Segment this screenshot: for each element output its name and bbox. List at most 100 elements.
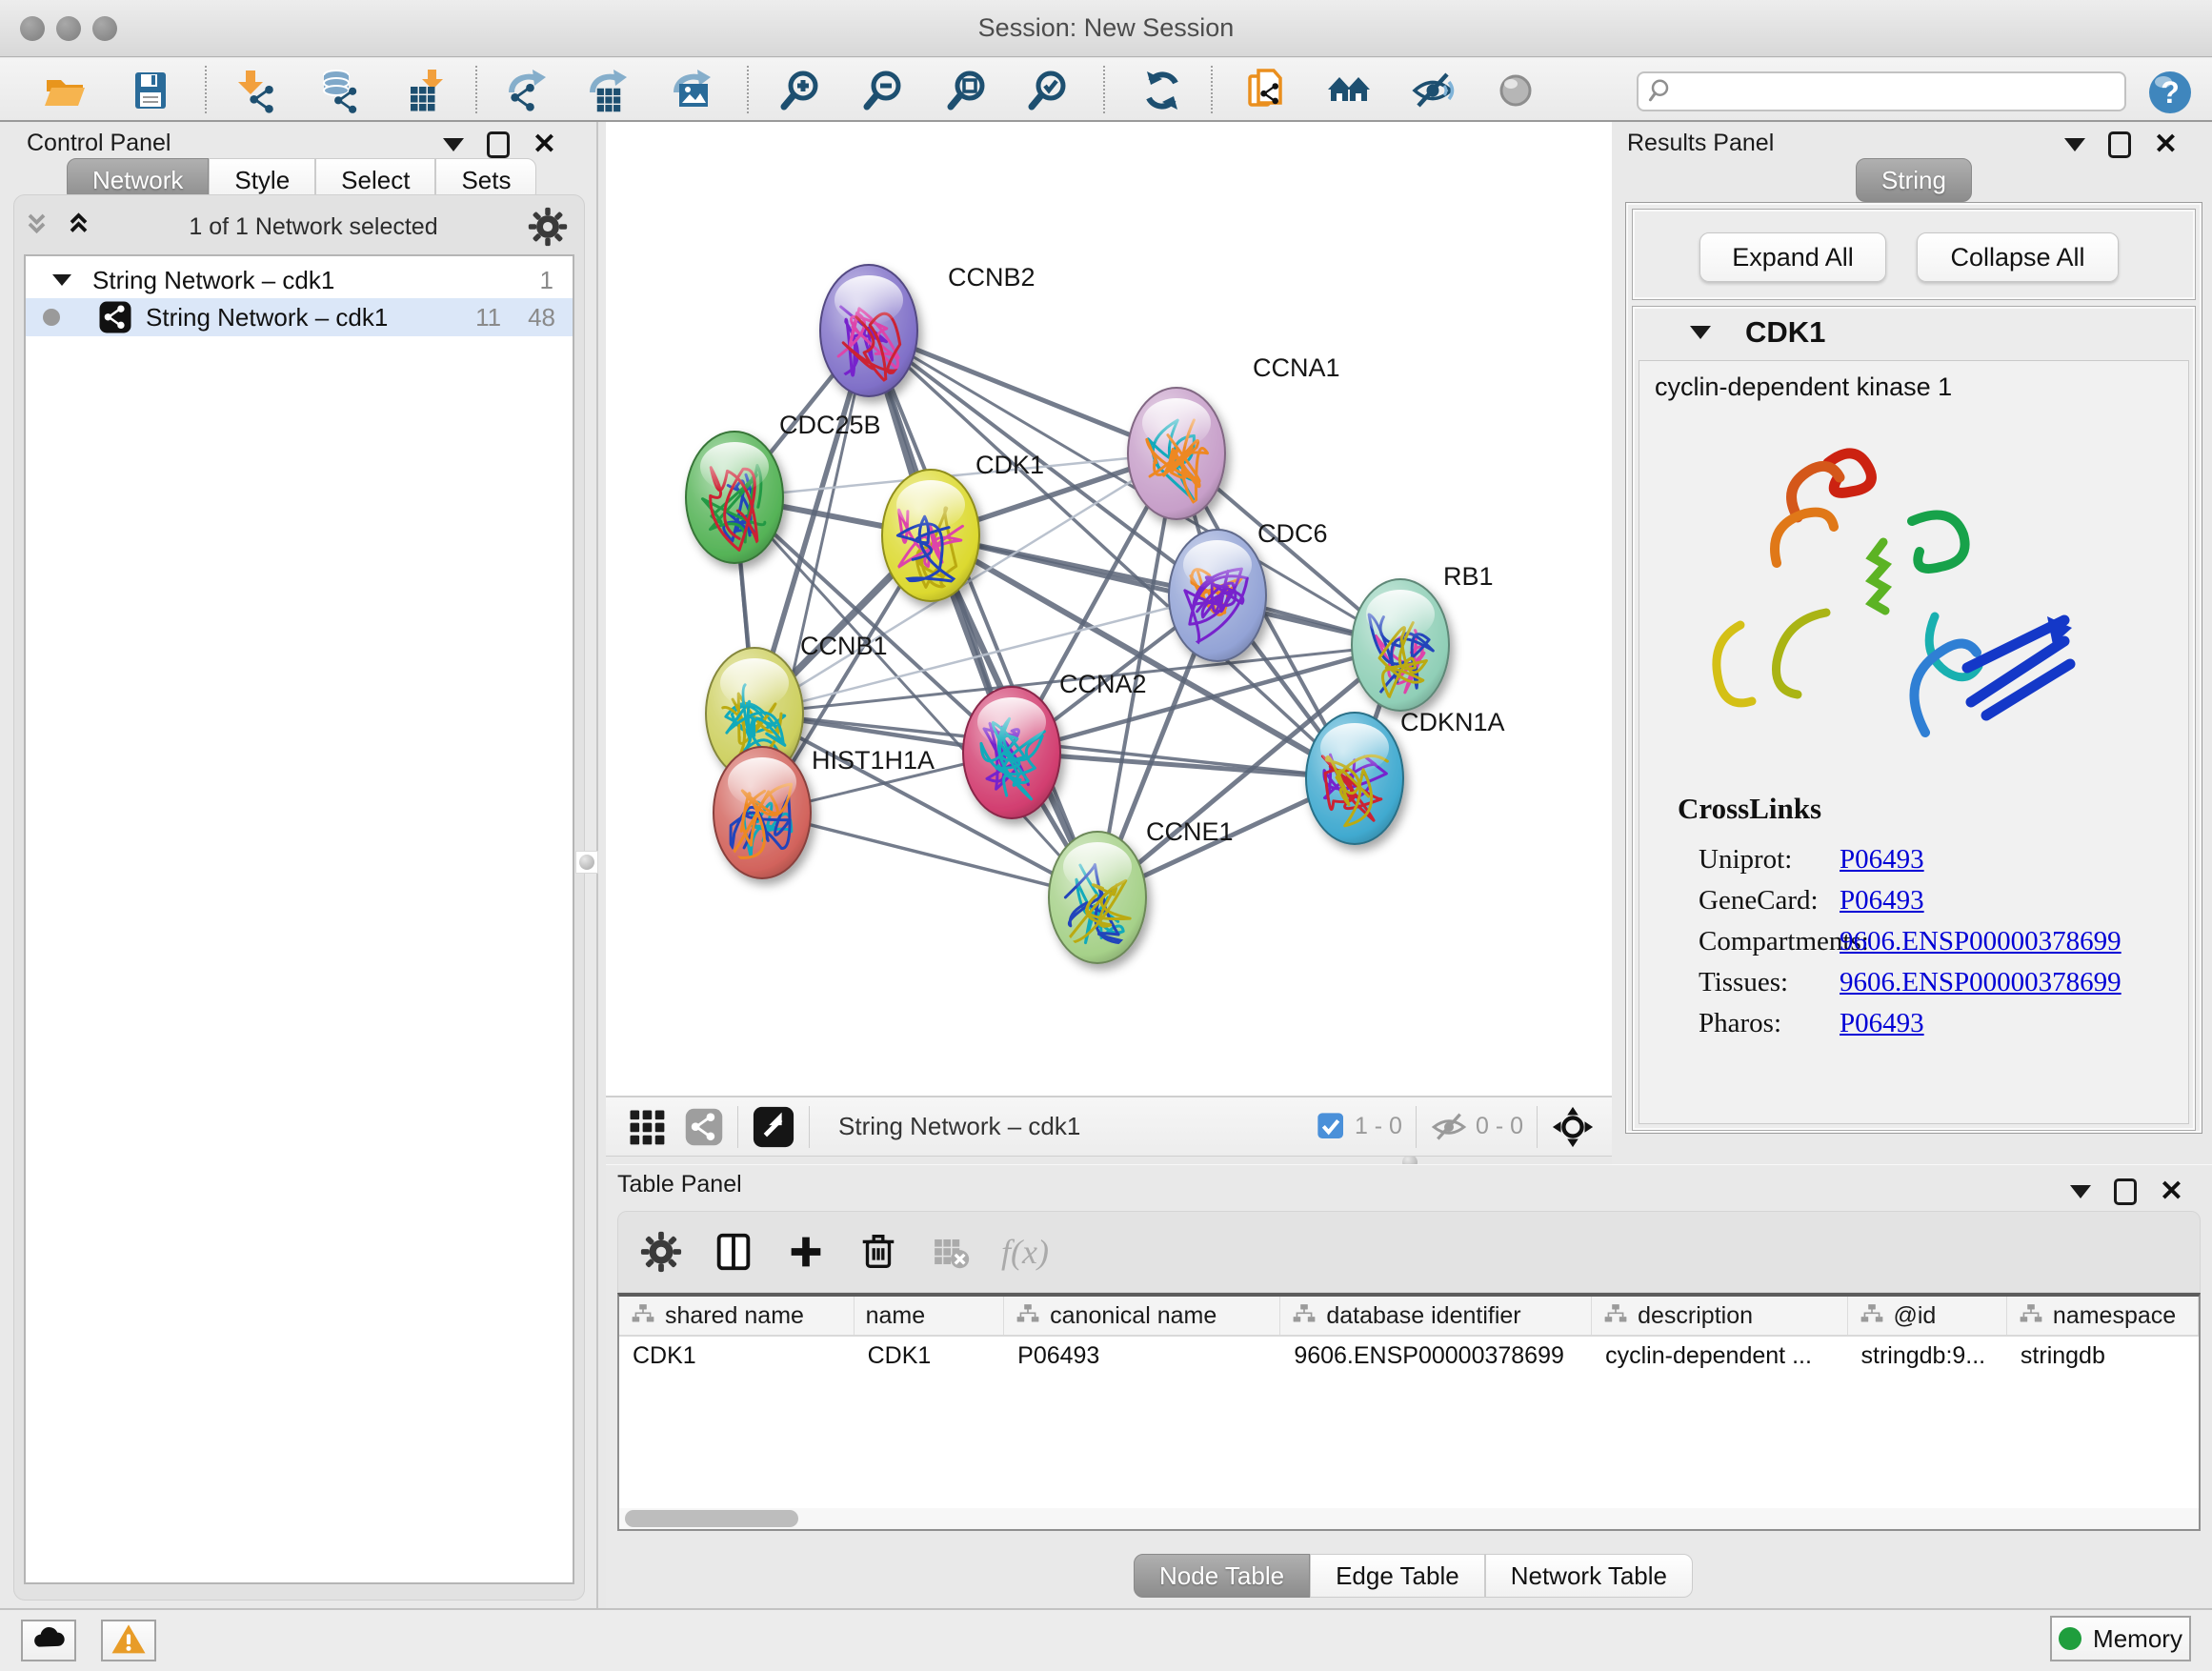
crosslink-link[interactable]: 9606.ENSP00000378699	[1840, 967, 2122, 998]
tab-string[interactable]: String	[1856, 158, 1972, 202]
table-panel-float-icon[interactable]	[2114, 1178, 2137, 1205]
table-cell[interactable]: CDK1	[855, 1337, 1005, 1375]
memory-button[interactable]: Memory	[2050, 1616, 2191, 1661]
zoom-fit-button[interactable]	[944, 68, 990, 113]
warnings-button[interactable]	[101, 1620, 156, 1661]
network-share-icon[interactable]	[684, 1107, 724, 1147]
crosslink-label: Compartments:	[1699, 926, 1840, 957]
network-collection-box: 1 of 1 Network selected String Network –…	[13, 194, 585, 1601]
collapse-all-button[interactable]: Collapse All	[1917, 232, 2119, 282]
results-panel-float-icon[interactable]	[2108, 131, 2131, 158]
import-table-button[interactable]	[403, 68, 449, 113]
collection-expand-icon[interactable]	[52, 274, 71, 286]
zoom-out-button[interactable]	[860, 68, 906, 113]
import-network-button[interactable]	[234, 68, 280, 113]
zoom-selected-button[interactable]	[1025, 68, 1071, 113]
open-session-button[interactable]	[42, 68, 88, 113]
home-button[interactable]	[1326, 68, 1372, 113]
network-node-CDC6[interactable]: CDC6	[1169, 519, 1328, 661]
tab-edge-table[interactable]: Edge Table	[1310, 1554, 1485, 1598]
help-button[interactable]: ?	[2147, 70, 2193, 115]
grid-view-icon[interactable]	[627, 1107, 667, 1147]
table-cell[interactable]: 9606.ENSP00000378699	[1280, 1337, 1592, 1375]
tab-network-table[interactable]: Network Table	[1485, 1554, 1693, 1598]
selected-checkbox-icon[interactable]	[1317, 1112, 1347, 1142]
birds-eye-view-icon[interactable]	[752, 1105, 795, 1149]
zoom-in-button[interactable]	[777, 68, 823, 113]
results-panel: Results Panel ✕ String Expand All Collap…	[1612, 122, 2212, 1164]
collapse-all-networks-icon[interactable]	[66, 210, 100, 244]
cloud-button[interactable]	[21, 1620, 76, 1661]
control-panel-menu-icon[interactable]	[443, 138, 464, 151]
node-label-CCNE1: CCNE1	[1146, 817, 1234, 846]
hide-unhide-button[interactable]	[1410, 68, 1456, 113]
export-image-button[interactable]	[668, 68, 714, 113]
search-input[interactable]	[1677, 75, 2124, 108]
save-session-button[interactable]	[128, 68, 173, 113]
add-column-icon[interactable]	[784, 1230, 828, 1274]
column-header-@id[interactable]: @id	[1848, 1297, 2007, 1335]
network-canvas[interactable]: CCNB2CCNA1CDC25BCDK1CDC6RB1CCNB1CCNA2CDK…	[606, 122, 1612, 1096]
table-panel-title: Table Panel	[617, 1171, 742, 1198]
table-cell[interactable]: cyclin-dependent ...	[1592, 1337, 1847, 1375]
table-cell[interactable]: stringdb:9...	[1848, 1337, 2007, 1375]
hidden-eye-icon[interactable]	[1430, 1108, 1468, 1146]
search-field	[1637, 71, 2126, 111]
column-label: canonical name	[1050, 1302, 1217, 1330]
expand-all-button[interactable]: Expand All	[1699, 232, 1886, 282]
results-panel-menu-icon[interactable]	[2064, 138, 2085, 151]
crosslink-row: GeneCard:P06493	[1699, 880, 2122, 921]
network-node-CCNA1[interactable]: CCNA1	[1128, 353, 1340, 519]
column-type-icon	[631, 1303, 655, 1328]
node-label-CDC6: CDC6	[1257, 519, 1328, 548]
column-label: description	[1638, 1302, 1753, 1330]
warning-icon	[110, 1621, 148, 1660]
network-node-CCNE1[interactable]: CCNE1	[1049, 817, 1234, 963]
table-cell[interactable]: P06493	[1004, 1337, 1280, 1375]
apply-layout-button[interactable]	[1139, 68, 1185, 113]
table-row[interactable]: CDK1CDK1P064939606.ENSP00000378699cyclin…	[619, 1337, 2199, 1375]
results-panel-close-icon[interactable]: ✕	[2154, 131, 2178, 158]
table-scrollbar-thumb[interactable]	[625, 1510, 798, 1527]
column-header-description[interactable]: description	[1592, 1297, 1847, 1335]
import-network-database-button[interactable]	[315, 68, 361, 113]
table-settings-gear-icon[interactable]	[639, 1230, 683, 1274]
export-table-button[interactable]	[584, 68, 630, 113]
table-cell[interactable]: CDK1	[619, 1337, 855, 1375]
table-panel-close-icon[interactable]: ✕	[2160, 1178, 2183, 1205]
table-cell[interactable]: stringdb	[2007, 1337, 2199, 1375]
delete-column-icon[interactable]	[856, 1230, 900, 1274]
control-panel-close-icon[interactable]: ✕	[533, 131, 556, 158]
eye-button[interactable]	[1493, 68, 1538, 113]
crosslink-link[interactable]: P06493	[1840, 844, 1924, 876]
toolbar-separator	[747, 66, 749, 113]
fit-selection-crosshair-icon[interactable]	[1551, 1105, 1595, 1149]
column-header-database-identifier[interactable]: database identifier	[1280, 1297, 1592, 1335]
crosslink-link[interactable]: P06493	[1840, 1008, 1924, 1039]
network-node-RB1[interactable]: RB1	[1352, 562, 1494, 711]
toolbar-separator	[475, 66, 477, 113]
clone-network-button[interactable]	[1244, 68, 1290, 113]
column-header-shared-name[interactable]: shared name	[619, 1297, 855, 1335]
table-panel-menu-icon[interactable]	[2070, 1185, 2091, 1198]
gene-collapse-icon[interactable]	[1690, 326, 1711, 339]
control-panel-float-icon[interactable]	[487, 131, 510, 158]
tab-node-table[interactable]: Node Table	[1134, 1554, 1310, 1598]
crosslink-row: Uniprot:P06493	[1699, 839, 2122, 880]
column-header-name[interactable]: name	[855, 1297, 1005, 1335]
left-splitter-handle[interactable]	[575, 851, 598, 874]
network-row[interactable]: String Network – cdk1 11 48	[26, 298, 573, 336]
column-header-namespace[interactable]: namespace	[2007, 1297, 2199, 1335]
network-collection-row[interactable]: String Network – cdk1 1	[26, 262, 573, 298]
crosslink-label: Uniprot:	[1699, 844, 1840, 876]
network-node-HIST1H1A[interactable]: HIST1H1A	[714, 746, 935, 878]
column-header-canonical-name[interactable]: canonical name	[1004, 1297, 1280, 1335]
network-node-CDKN1A[interactable]: CDKN1A	[1306, 708, 1505, 844]
expand-all-networks-icon[interactable]	[24, 210, 58, 244]
crosslink-link[interactable]: P06493	[1840, 885, 1924, 916]
crosslink-link[interactable]: 9606.ENSP00000378699	[1840, 926, 2122, 957]
show-columns-icon[interactable]	[712, 1230, 755, 1274]
network-node-CDK1[interactable]: CDK1	[882, 451, 1044, 601]
export-network-button[interactable]	[503, 68, 549, 113]
network-options-gear-icon[interactable]	[527, 206, 569, 248]
